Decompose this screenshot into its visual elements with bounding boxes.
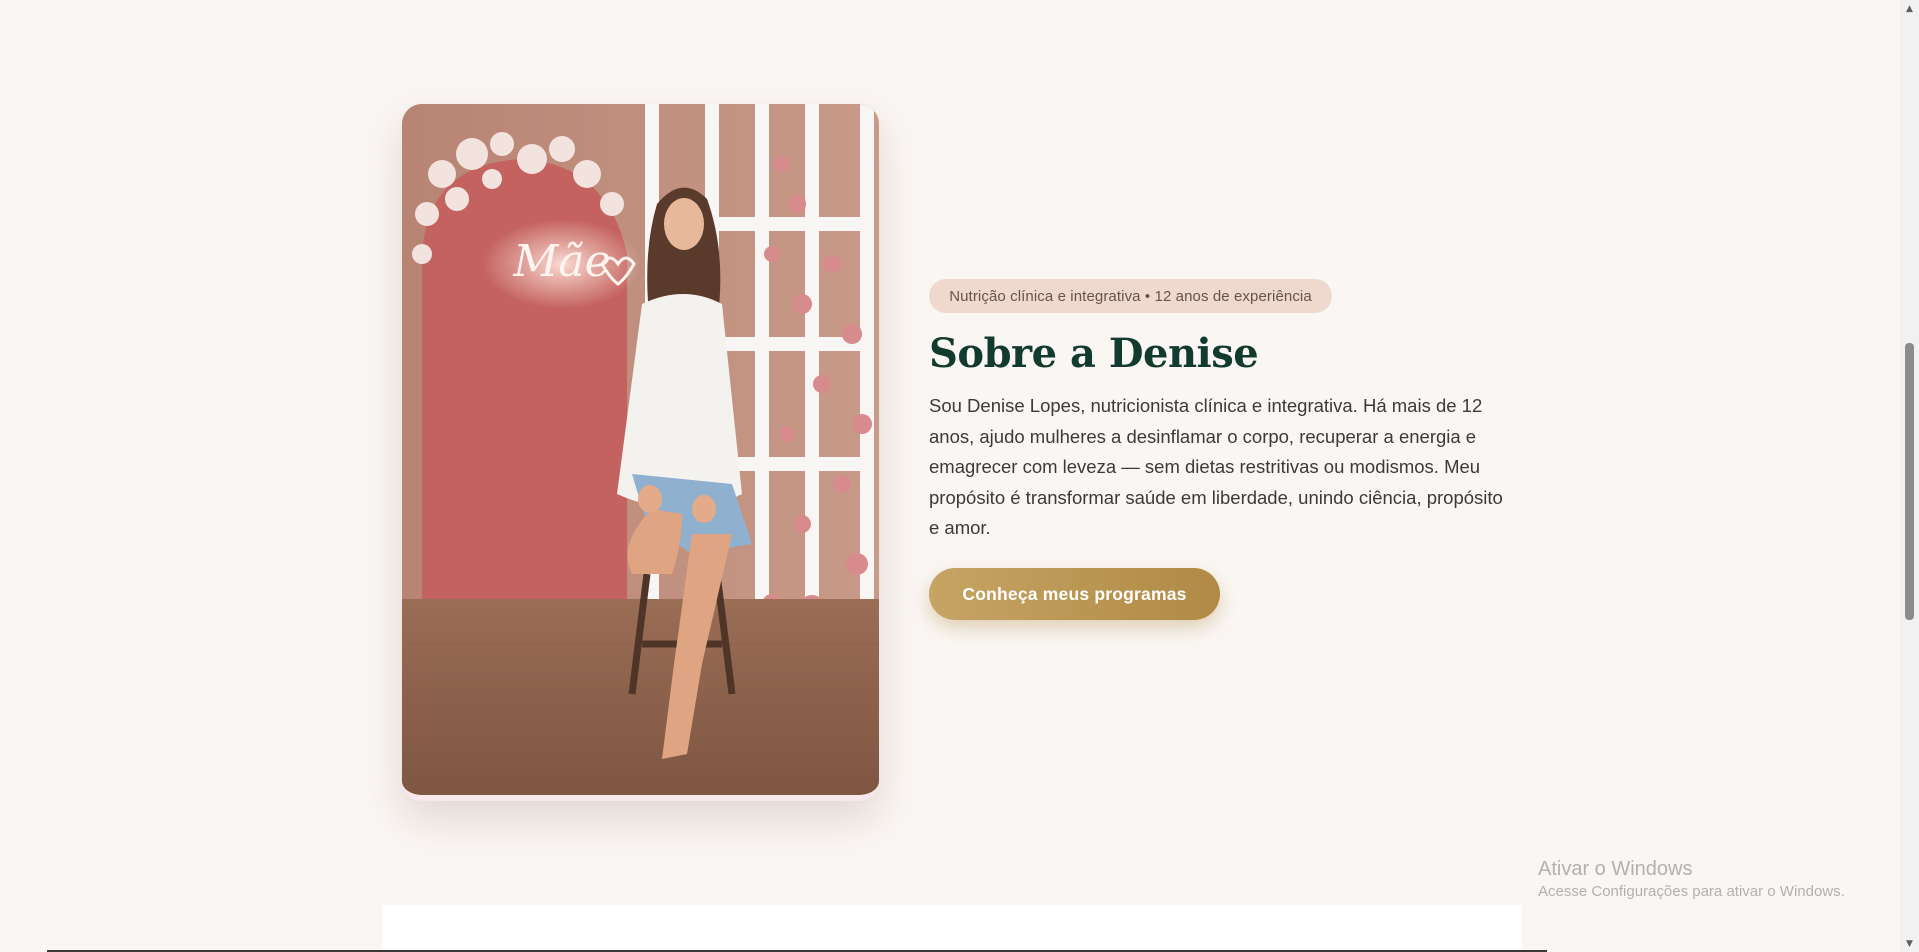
section-heading: Sobre a Denise [929, 330, 1259, 377]
scroll-up-arrow-icon[interactable]: ▲ [1900, 0, 1919, 17]
page: Mãe Nutrição clínica e integrativa • 12 … [0, 0, 1900, 952]
scrollbar-thumb[interactable] [1905, 343, 1914, 620]
scroll-down-arrow-icon[interactable]: ▼ [1900, 935, 1919, 952]
denise-photo: Mãe [402, 104, 879, 801]
neon-sign-text: Mãe [512, 236, 610, 287]
vertical-scrollbar[interactable]: ▲ ▼ [1900, 0, 1919, 952]
windows-activation-watermark: Ativar o Windows Acesse Configurações pa… [1538, 857, 1845, 903]
programs-button[interactable]: Conheça meus programas [929, 568, 1220, 620]
bio-paragraph: Sou Denise Lopes, nutricionista clínica … [929, 395, 1503, 538]
windows-watermark-title: Ativar o Windows [1538, 858, 1693, 880]
experience-badge-text: Nutrição clínica e integrativa • 12 anos… [949, 287, 1312, 305]
windows-watermark-subtitle: Acesse Configurações para ativar o Windo… [1538, 883, 1845, 900]
experience-badge: Nutrição clínica e integrativa • 12 anos… [929, 279, 1332, 313]
next-section-edge [382, 905, 1522, 952]
